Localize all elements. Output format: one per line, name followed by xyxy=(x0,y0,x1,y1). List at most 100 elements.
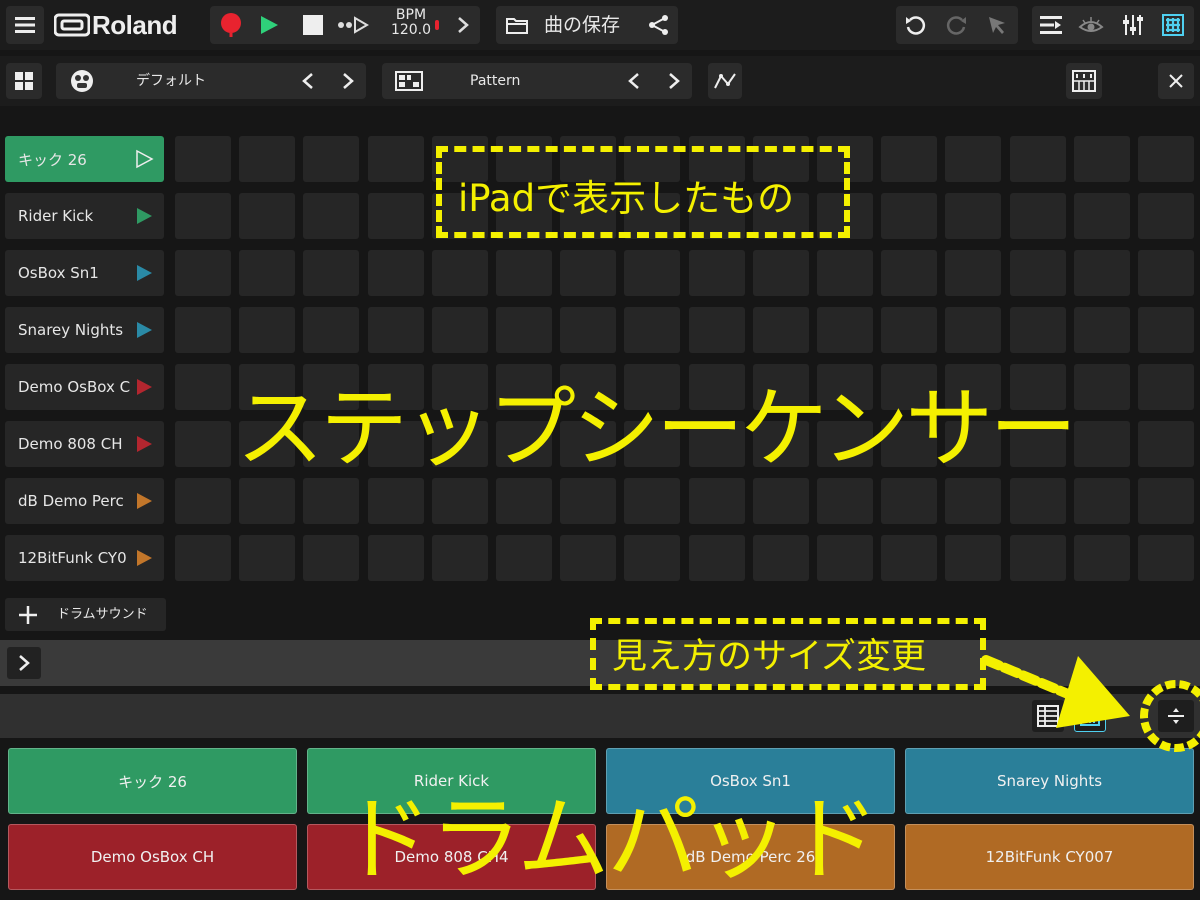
step-cell[interactable] xyxy=(239,307,296,353)
step-cell[interactable] xyxy=(560,250,617,296)
play-preview-icon[interactable] xyxy=(134,263,154,283)
step-cell[interactable] xyxy=(688,535,745,581)
step-cell[interactable] xyxy=(1138,421,1194,467)
mixer-button[interactable] xyxy=(1118,10,1148,40)
step-cell[interactable] xyxy=(303,364,360,410)
step-cell[interactable] xyxy=(752,535,809,581)
play-preview-icon[interactable] xyxy=(134,548,154,568)
step-cell[interactable] xyxy=(560,307,617,353)
step-cell[interactable] xyxy=(175,193,231,239)
track-row[interactable]: キック 26 xyxy=(5,136,164,182)
step-cell[interactable] xyxy=(175,250,231,296)
tracks-view-button[interactable] xyxy=(1036,10,1066,40)
step-cell[interactable] xyxy=(431,478,488,524)
step-cell[interactable] xyxy=(1009,307,1066,353)
add-drum-sound-button[interactable]: ドラムサウンド xyxy=(5,598,166,631)
step-cell[interactable] xyxy=(239,478,296,524)
drum-pad[interactable]: Demo OsBox CH xyxy=(8,824,297,890)
step-cell[interactable] xyxy=(688,307,745,353)
step-cell[interactable] xyxy=(1009,250,1066,296)
stop-button[interactable] xyxy=(298,10,328,40)
step-cell[interactable] xyxy=(239,193,296,239)
visibility-button[interactable] xyxy=(1076,10,1106,40)
step-cell[interactable] xyxy=(1138,478,1194,524)
track-row[interactable]: OsBox Sn1 xyxy=(5,250,164,296)
step-cell[interactable] xyxy=(367,136,424,182)
step-cell[interactable] xyxy=(496,478,552,524)
step-cell[interactable] xyxy=(431,250,488,296)
grid-layout-button[interactable] xyxy=(6,63,42,99)
pattern-prev-button[interactable] xyxy=(622,67,646,95)
drum-kit-button[interactable] xyxy=(68,67,96,95)
step-cell[interactable] xyxy=(1009,136,1066,182)
step-cell[interactable] xyxy=(175,136,231,182)
step-cell[interactable] xyxy=(1138,535,1194,581)
play-preview-icon[interactable] xyxy=(134,377,154,397)
step-cell[interactable] xyxy=(239,250,296,296)
step-cell[interactable] xyxy=(688,478,745,524)
step-cell[interactable] xyxy=(945,250,1002,296)
step-cell[interactable] xyxy=(496,421,552,467)
step-cell[interactable] xyxy=(1073,193,1130,239)
step-cell[interactable] xyxy=(1009,193,1066,239)
drum-pad[interactable]: Rider Kick xyxy=(307,748,596,814)
step-cell[interactable] xyxy=(881,535,938,581)
step-cell[interactable] xyxy=(367,193,424,239)
track-row[interactable]: Demo 808 CH xyxy=(5,421,164,467)
kit-prev-button[interactable] xyxy=(296,67,320,95)
step-cell[interactable] xyxy=(560,421,617,467)
play-preview-icon[interactable] xyxy=(134,320,154,340)
step-cell[interactable] xyxy=(945,421,1002,467)
step-cell[interactable] xyxy=(881,136,938,182)
step-cell[interactable] xyxy=(817,421,873,467)
step-cell[interactable] xyxy=(303,535,360,581)
step-cell[interactable] xyxy=(624,307,681,353)
step-cell[interactable] xyxy=(175,421,231,467)
step-cell[interactable] xyxy=(881,193,938,239)
step-cell[interactable] xyxy=(496,136,552,182)
step-cell[interactable] xyxy=(175,535,231,581)
step-cell[interactable] xyxy=(431,193,488,239)
share-button[interactable] xyxy=(644,10,674,40)
step-cell[interactable] xyxy=(303,478,360,524)
step-cell[interactable] xyxy=(881,307,938,353)
step-cell[interactable] xyxy=(688,250,745,296)
pattern-next-button[interactable] xyxy=(662,67,686,95)
step-cell[interactable] xyxy=(496,193,552,239)
step-cell[interactable] xyxy=(560,193,617,239)
step-cell[interactable] xyxy=(624,478,681,524)
step-cell[interactable] xyxy=(303,250,360,296)
step-cell[interactable] xyxy=(239,535,296,581)
step-cell[interactable] xyxy=(688,136,745,182)
step-cell[interactable] xyxy=(817,478,873,524)
step-cell[interactable] xyxy=(239,136,296,182)
step-cell[interactable] xyxy=(303,307,360,353)
step-cell[interactable] xyxy=(1138,364,1194,410)
close-button[interactable] xyxy=(1158,63,1194,99)
step-cell[interactable] xyxy=(1073,421,1130,467)
step-cell[interactable] xyxy=(367,250,424,296)
step-cell[interactable] xyxy=(817,364,873,410)
step-cell[interactable] xyxy=(1009,535,1066,581)
step-cell[interactable] xyxy=(1073,307,1130,353)
step-cell[interactable] xyxy=(752,250,809,296)
redo-button[interactable] xyxy=(942,10,972,40)
step-cell[interactable] xyxy=(431,535,488,581)
step-cell[interactable] xyxy=(1073,535,1130,581)
pad-grid-view-button[interactable] xyxy=(1158,10,1188,40)
step-cell[interactable] xyxy=(1009,364,1066,410)
step-cell[interactable] xyxy=(945,307,1002,353)
keyboard-view-button[interactable] xyxy=(1066,63,1102,99)
step-cell[interactable] xyxy=(367,478,424,524)
step-cell[interactable] xyxy=(175,478,231,524)
step-cell[interactable] xyxy=(624,250,681,296)
kit-next-button[interactable] xyxy=(336,67,360,95)
play-preview-icon[interactable] xyxy=(134,434,154,454)
step-cell[interactable] xyxy=(560,136,617,182)
step-cell[interactable] xyxy=(817,136,873,182)
step-cell[interactable] xyxy=(1009,478,1066,524)
record-button[interactable] xyxy=(216,10,246,40)
kit-name[interactable]: デフォルト xyxy=(136,63,206,99)
pointer-tool-button[interactable] xyxy=(982,10,1012,40)
bpm-display[interactable]: BPM 120.0 xyxy=(386,8,436,42)
